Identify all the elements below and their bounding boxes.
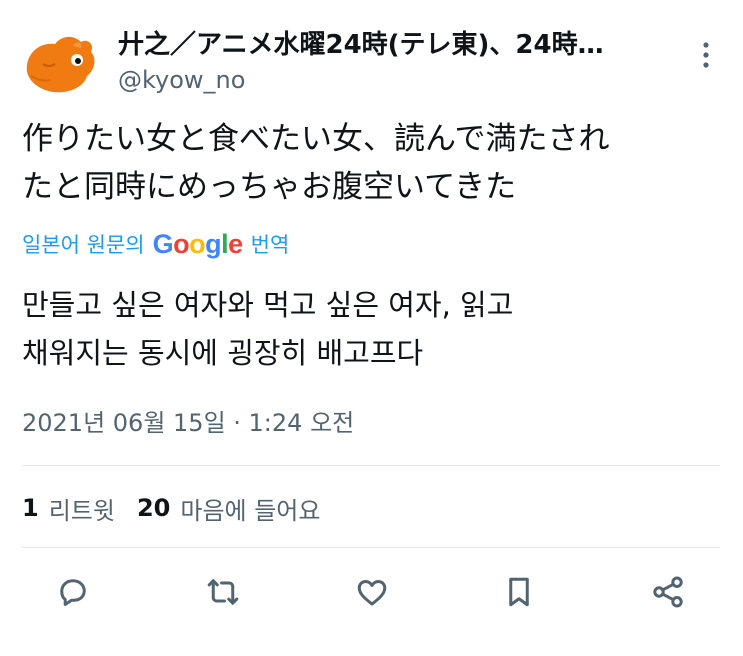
translate-prefix: 일본어 원문의: [22, 233, 145, 257]
likes-label: 마음에 들어요: [180, 496, 321, 525]
retweet-button[interactable]: [203, 572, 243, 612]
retweet-icon: [207, 579, 239, 605]
share-button[interactable]: [648, 572, 688, 612]
share-icon: [653, 576, 683, 608]
translate-link[interactable]: 일본어 원문의 Google 번역: [22, 226, 289, 262]
divider: [22, 465, 720, 466]
translate-suffix: 번역: [250, 233, 290, 257]
translated-text: 만들고 싶은 여자와 먹고 싶은 여자, 읽고 채워지는 동시에 굉장히 배고프…: [22, 281, 722, 377]
likes-stat[interactable]: 20 마음에 들어요: [137, 491, 321, 526]
timestamp[interactable]: 2021년 06월 15일 · 1:24 오전: [22, 405, 354, 441]
retweets-label: 리트윗: [48, 496, 115, 525]
engagement-stats: 1 리트윗 20 마음에 들어요: [22, 490, 342, 526]
heart-icon: [357, 580, 387, 606]
bookmark-button[interactable]: [499, 572, 539, 612]
retweets-stat[interactable]: 1 리트윗: [22, 491, 115, 526]
reply-button[interactable]: [53, 572, 93, 612]
bookmark-icon: [509, 577, 529, 607]
more-options-button[interactable]: [694, 38, 718, 72]
translated-text-line: 만들고 싶은 여자와 먹고 싶은 여자, 읽고: [22, 288, 514, 322]
reply-icon: [60, 579, 86, 606]
google-logo: Google: [152, 228, 244, 259]
tweet-detail: 廾之／アニメ水曜24時(テレ東)、24時… @kyow_no 作りたい女と食べた…: [0, 0, 743, 656]
retweets-count: 1: [22, 494, 39, 522]
more-vertical-icon: [703, 42, 709, 68]
tweet-text-line: たと同時にめっちゃお腹空いてきた: [22, 169, 517, 205]
avatar-image: [21, 24, 97, 100]
divider: [22, 547, 720, 548]
user-handle[interactable]: @kyow_no: [118, 64, 245, 96]
display-name[interactable]: 廾之／アニメ水曜24時(テレ東)、24時…: [118, 28, 678, 62]
avatar[interactable]: [21, 24, 97, 100]
likes-count: 20: [136, 494, 171, 522]
like-button[interactable]: [352, 572, 392, 612]
translated-text-line: 채워지는 동시에 굉장히 배고프다: [22, 336, 424, 370]
tweet-text-line: 作りたい女と食べたい女、読んで満たされ: [22, 121, 610, 157]
tweet-text: 作りたい女と食べたい女、読んで満たされ たと同時にめっちゃお腹空いてきた: [22, 115, 722, 211]
